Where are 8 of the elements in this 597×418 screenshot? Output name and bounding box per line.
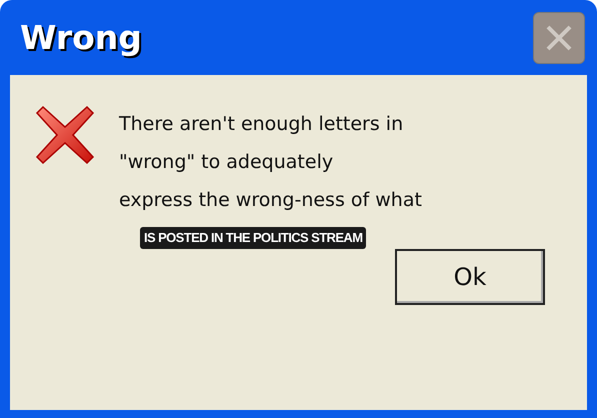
window-title: Wrong [20, 16, 142, 59]
caption-text: IS POSTED IN THE POLITICS STREAM [140, 227, 366, 248]
message-line: There aren't enough letters in [119, 112, 404, 137]
ok-button[interactable]: Ok [395, 249, 545, 305]
error-x-icon [35, 105, 95, 165]
message-line: "wrong" to adequately [119, 150, 334, 175]
message-line: express the wrong-ness of what [119, 188, 423, 213]
close-icon [544, 22, 574, 52]
